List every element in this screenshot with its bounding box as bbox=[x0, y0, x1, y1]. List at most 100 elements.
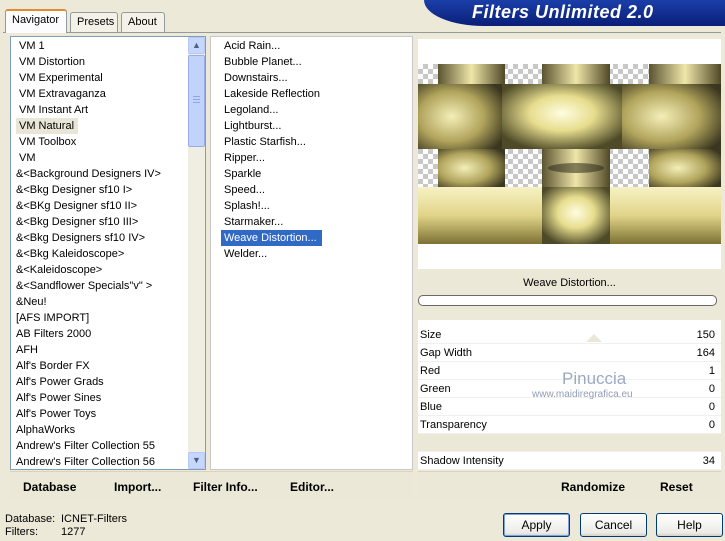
filter-item[interactable]: Bubble Planet... bbox=[221, 54, 412, 70]
filter-item[interactable]: Plastic Starfish... bbox=[221, 134, 412, 150]
param-value: 34 bbox=[702, 455, 715, 467]
category-item[interactable]: AFH bbox=[11, 342, 205, 358]
status-filters-label: Filters: bbox=[5, 526, 38, 538]
category-item[interactable]: &Neu! bbox=[11, 294, 205, 310]
param-blue[interactable]: Blue 0 bbox=[418, 398, 721, 416]
filter-item[interactable]: Lakeside Reflection bbox=[221, 86, 412, 102]
param-empty bbox=[418, 434, 721, 452]
filter-item-selected[interactable]: Weave Distortion... bbox=[221, 230, 322, 246]
filter-item[interactable]: Welder... bbox=[221, 246, 412, 262]
filter-info-button[interactable]: Filter Info... bbox=[193, 480, 258, 494]
tab-presets[interactable]: Presets bbox=[70, 12, 118, 32]
filter-item[interactable]: Legoland... bbox=[221, 102, 412, 118]
category-item[interactable]: Alf's Power Grads bbox=[11, 374, 205, 390]
category-item[interactable]: &<Kaleidoscope> bbox=[11, 262, 205, 278]
category-item[interactable]: Andrew's Filter Collection 56 bbox=[11, 454, 205, 469]
category-item[interactable]: AlphaWorks bbox=[11, 422, 205, 438]
app-title: Filters Unlimited 2.0 bbox=[472, 2, 654, 22]
param-label: Transparency bbox=[420, 419, 487, 431]
param-value: 164 bbox=[696, 347, 715, 359]
reset-button[interactable]: Reset bbox=[660, 480, 693, 494]
selected-filter-name: Weave Distortion... bbox=[418, 272, 721, 294]
param-gap-width[interactable]: Gap Width 164 bbox=[418, 344, 721, 362]
category-item[interactable]: Alf's Border FX bbox=[11, 358, 205, 374]
editor-button[interactable]: Editor... bbox=[290, 480, 334, 494]
left-toolbar: Database Import... Filter Info... Editor… bbox=[10, 471, 413, 499]
tab-about[interactable]: About bbox=[121, 12, 165, 32]
param-label: Red bbox=[420, 365, 441, 377]
filter-item[interactable]: Downstairs... bbox=[221, 70, 412, 86]
category-items: VM 1 VM Distortion VM Experimental VM Ex… bbox=[11, 37, 205, 469]
filter-item[interactable]: Speed... bbox=[221, 182, 412, 198]
filter-list[interactable]: Acid Rain... Bubble Planet... Downstairs… bbox=[210, 36, 413, 470]
filter-item[interactable]: Splash!... bbox=[221, 198, 412, 214]
category-item[interactable]: &<BKg Designer sf10 II> bbox=[11, 198, 205, 214]
param-transparency[interactable]: Transparency 0 bbox=[418, 416, 721, 434]
category-item[interactable]: &<Sandflower Specials"v" > bbox=[11, 278, 205, 294]
filter-item[interactable]: Acid Rain... bbox=[221, 38, 412, 54]
randomize-button[interactable]: Randomize bbox=[561, 480, 625, 494]
filter-item[interactable]: Ripper... bbox=[221, 150, 412, 166]
filter-item[interactable]: Lightburst... bbox=[221, 118, 412, 134]
category-item[interactable]: Andrew's Filter Collection 55 bbox=[11, 438, 205, 454]
param-value: 0 bbox=[708, 401, 715, 413]
scroll-up-arrow-icon[interactable]: ▲ bbox=[188, 37, 205, 54]
category-list[interactable]: VM 1 VM Distortion VM Experimental VM Ex… bbox=[10, 36, 206, 470]
scroll-down-arrow-icon[interactable]: ▼ bbox=[188, 452, 205, 469]
category-item[interactable]: VM Experimental bbox=[11, 70, 205, 86]
category-scrollbar[interactable]: ▲ ▼ bbox=[188, 37, 205, 469]
category-item[interactable]: &<Bkg Kaleidoscope> bbox=[11, 246, 205, 262]
parameter-panel[interactable]: Size 150 Gap Width 164 Red 1 Green 0 Blu… bbox=[418, 320, 721, 470]
param-label: Blue bbox=[420, 401, 443, 413]
scroll-grip bbox=[193, 96, 200, 97]
tab-panel-border bbox=[3, 32, 721, 33]
import-button[interactable]: Import... bbox=[114, 480, 161, 494]
param-value: 150 bbox=[696, 329, 715, 341]
param-label: Gap Width bbox=[420, 347, 472, 359]
category-item[interactable]: VM bbox=[11, 150, 205, 166]
database-button[interactable]: Database bbox=[23, 480, 76, 494]
category-item[interactable]: &<Bkg Designer sf10 III> bbox=[11, 214, 205, 230]
param-label: Shadow Intensity bbox=[420, 455, 504, 467]
category-item[interactable]: VM Extravaganza bbox=[11, 86, 205, 102]
param-value: 0 bbox=[708, 419, 715, 431]
category-item[interactable]: Alf's Power Toys bbox=[11, 406, 205, 422]
right-toolbar: Randomize Reset bbox=[418, 471, 721, 499]
category-scroll-thumb[interactable] bbox=[188, 55, 205, 147]
category-item[interactable]: [AFS IMPORT] bbox=[11, 310, 205, 326]
filter-item[interactable]: Sparkle bbox=[221, 166, 412, 182]
status-database-value: ICNET-Filters bbox=[61, 513, 127, 525]
apply-button[interactable]: Apply bbox=[503, 513, 570, 537]
filter-items: Acid Rain... Bubble Planet... Downstairs… bbox=[211, 37, 412, 262]
status-filters: Filters: 1277 bbox=[5, 526, 85, 538]
status-database: Database: ICNET-Filters bbox=[5, 513, 127, 525]
category-item-selected[interactable]: VM Natural bbox=[16, 118, 79, 134]
param-size[interactable]: Size 150 bbox=[418, 326, 721, 344]
category-item[interactable]: VM Instant Art bbox=[11, 102, 205, 118]
scroll-grip bbox=[193, 102, 200, 103]
category-item[interactable]: &<Background Designers IV> bbox=[11, 166, 205, 182]
progress-bar bbox=[418, 295, 717, 306]
category-item[interactable]: VM 1 bbox=[11, 38, 205, 54]
category-item[interactable]: AB Filters 2000 bbox=[11, 326, 205, 342]
param-value: 0 bbox=[708, 383, 715, 395]
status-database-label: Database: bbox=[5, 513, 56, 525]
filter-item-row-selected: Weave Distortion... bbox=[221, 230, 412, 246]
filter-item[interactable]: Starmaker... bbox=[221, 214, 412, 230]
preview-pane[interactable] bbox=[418, 39, 721, 269]
param-shadow-intensity[interactable]: Shadow Intensity 34 bbox=[418, 452, 721, 470]
category-item[interactable]: VM Distortion bbox=[11, 54, 205, 70]
scroll-grip bbox=[193, 99, 200, 100]
tab-navigator[interactable]: Navigator bbox=[5, 9, 67, 33]
category-item[interactable]: &<Bkg Designers sf10 IV> bbox=[11, 230, 205, 246]
app-title-banner: Filters Unlimited 2.0 bbox=[424, 0, 725, 26]
param-value: 1 bbox=[708, 365, 715, 377]
category-item[interactable]: Alf's Power Sines bbox=[11, 390, 205, 406]
help-button[interactable]: Help bbox=[656, 513, 723, 537]
param-label: Size bbox=[420, 329, 442, 341]
watermark-name: Pinuccia bbox=[562, 369, 627, 388]
status-filters-value: 1277 bbox=[61, 526, 86, 538]
category-item[interactable]: &<Bkg Designer sf10 I> bbox=[11, 182, 205, 198]
category-item[interactable]: VM Toolbox bbox=[11, 134, 205, 150]
cancel-button[interactable]: Cancel bbox=[580, 513, 647, 537]
